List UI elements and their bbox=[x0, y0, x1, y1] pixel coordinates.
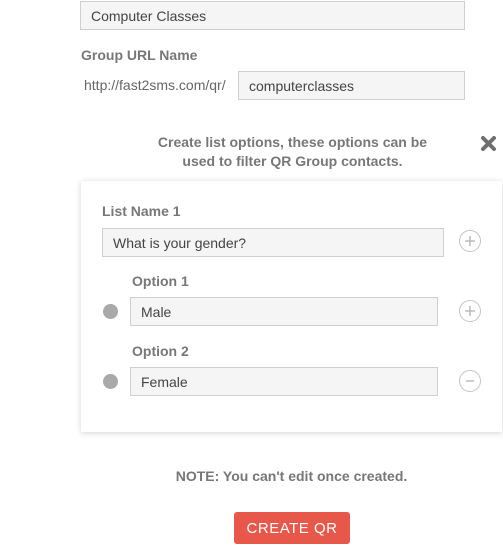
plus-circle-icon bbox=[465, 236, 475, 246]
option-2-label: Option 2 bbox=[132, 343, 189, 359]
add-list-button[interactable] bbox=[459, 230, 481, 252]
note-text: NOTE: You can't edit once created. bbox=[175, 468, 408, 484]
option-1-bullet-icon bbox=[103, 304, 118, 319]
group-url-value: computerclasses bbox=[249, 77, 355, 94]
list-name-value: What is your gender? bbox=[113, 234, 247, 251]
option-1-input[interactable]: Male bbox=[130, 297, 438, 326]
option-2-bullet-icon bbox=[103, 374, 118, 389]
minus-circle-icon bbox=[466, 380, 474, 382]
plus-circle-icon bbox=[465, 306, 475, 316]
remove-option-button[interactable] bbox=[459, 370, 481, 392]
group-url-label: Group URL Name bbox=[81, 47, 198, 63]
option-2-input[interactable]: Female bbox=[130, 367, 438, 396]
option-2-value: Female bbox=[141, 373, 188, 390]
description-line-2: used to filter QR Group contacts. bbox=[182, 153, 403, 169]
list-name-label: List Name 1 bbox=[102, 203, 181, 219]
option-1-value: Male bbox=[141, 303, 172, 320]
group-name-value: Computer Classes bbox=[91, 7, 207, 24]
group-name-input[interactable]: Computer Classes bbox=[80, 1, 465, 30]
group-url-prefix: http://fast2sms.com/qr/ bbox=[84, 77, 226, 93]
list-options-description: Create list options, these options can b… bbox=[150, 133, 435, 171]
close-icon[interactable] bbox=[480, 135, 497, 152]
create-qr-button[interactable]: CREATE QR bbox=[234, 512, 350, 544]
option-1-label: Option 1 bbox=[132, 273, 189, 289]
description-line-1: Create list options, these options can b… bbox=[157, 134, 428, 150]
group-url-input[interactable]: computerclasses bbox=[238, 71, 465, 100]
list-name-input[interactable]: What is your gender? bbox=[102, 228, 444, 257]
add-option-button[interactable] bbox=[459, 300, 481, 322]
